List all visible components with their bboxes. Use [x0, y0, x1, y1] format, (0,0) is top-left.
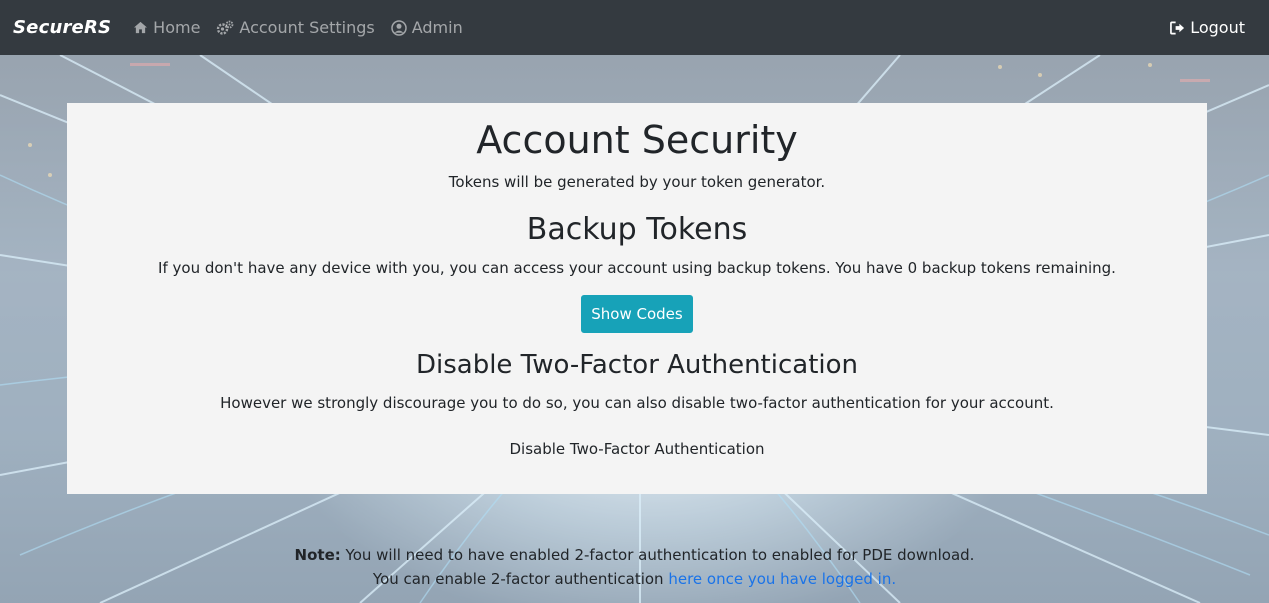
home-icon [134, 21, 148, 34]
nav-item-label: Account Settings [239, 18, 375, 37]
disable-2fa-link[interactable]: Disable Two-Factor Authentication [67, 439, 1207, 459]
note-text: You will need to have enabled 2-factor a… [340, 546, 975, 564]
page-subtitle: Tokens will be generated by your token g… [448, 173, 826, 191]
backup-tokens-heading: Backup Tokens [526, 212, 748, 247]
brand-logo[interactable]: SecureRS [13, 17, 111, 38]
logout-link[interactable]: Logout [1170, 18, 1245, 37]
footer-note-line2: You can enable 2-factor authentication h… [0, 567, 1269, 591]
nav-item-label: Home [153, 18, 201, 37]
nav-item-account-settings[interactable]: Account Settings [216, 18, 375, 37]
sign-out-icon [1170, 21, 1185, 34]
disable-2fa-heading: Disable Two-Factor Authentication [415, 350, 859, 380]
nav-item-home[interactable]: Home [133, 18, 200, 37]
disable-2fa-text: However we strongly discourage you to do… [220, 394, 1054, 412]
user-circle-icon [390, 19, 407, 36]
show-codes-button[interactable]: Show Codes [581, 295, 693, 333]
footer-note: Note: You will need to have enabled 2-fa… [0, 543, 1269, 591]
logout-label: Logout [1190, 18, 1245, 37]
enable-2fa-text: You can enable 2-factor authentication [372, 570, 669, 588]
top-navbar: SecureRS Home Account Settings Admin Log… [0, 0, 1269, 55]
nav-item-label: Admin [411, 18, 463, 37]
cogs-icon [217, 20, 234, 35]
page-title: Account Security [476, 118, 798, 162]
note-label: Note: [294, 546, 341, 564]
backup-tokens-text: If you don't have any device with you, y… [158, 259, 1116, 277]
nav-item-admin[interactable]: Admin [390, 18, 463, 37]
enable-2fa-link[interactable]: here once you have logged in. [668, 570, 896, 588]
account-security-card: Account Security Tokens will be generate… [67, 103, 1207, 494]
footer-note-line1: Note: You will need to have enabled 2-fa… [0, 543, 1269, 567]
